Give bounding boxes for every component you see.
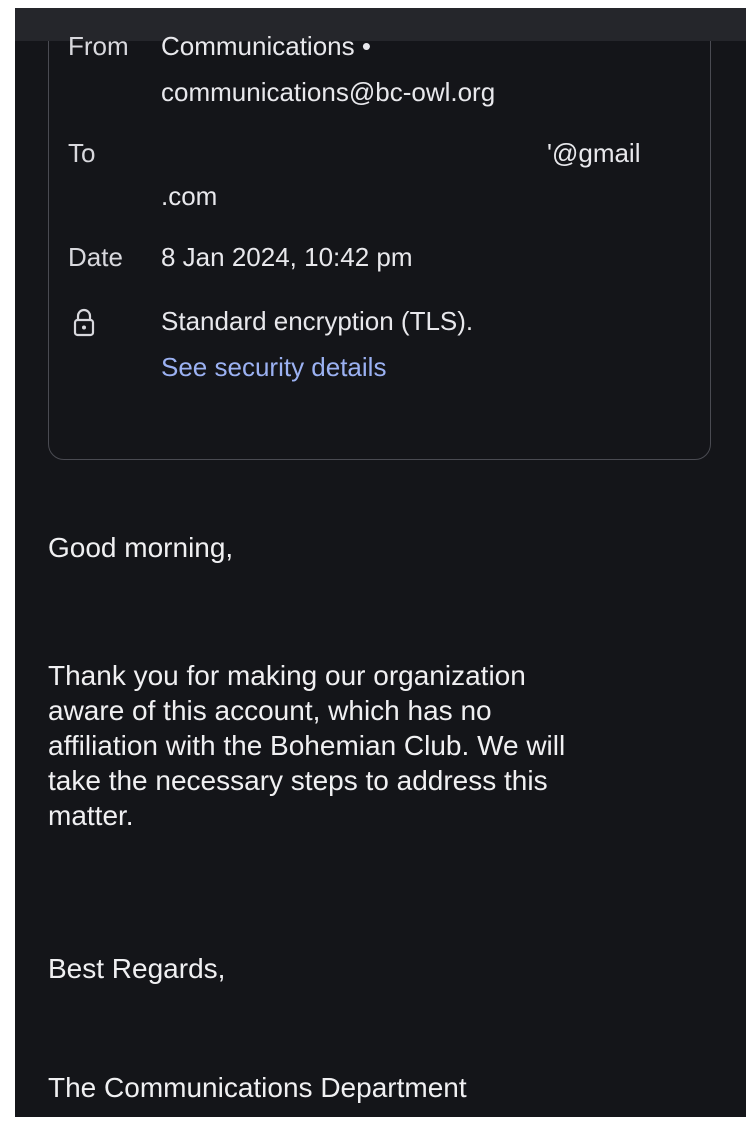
paragraph-line: Thank you for making our organization [48,660,526,691]
from-label: From [68,31,129,61]
sender-email[interactable]: communications@bc-owl.org [161,74,495,110]
sender-name: Communications • [161,31,371,61]
paragraph-line: aware of this account, which has no [48,695,492,726]
recipient-address[interactable]: '@gmail [547,135,641,171]
greeting: Good morning, [48,532,234,563]
paragraph-line: take the necessary steps to address this [48,765,548,796]
message-paragraph: Thank you for making our organization aw… [48,658,708,833]
date-label: Date [68,242,123,272]
encryption-status: Standard encryption (TLS). [161,306,474,336]
paragraph-line: affiliation with the Bohemian Club. We w… [48,730,566,761]
see-security-details-link[interactable]: See security details [161,349,386,385]
lock-icon [73,308,95,337]
to-label: To [68,138,96,168]
signature: The Communications Department [48,1072,467,1103]
date-value: 8 Jan 2024, 10:42 pm [161,242,413,272]
recipient-address-continued: .com [161,181,218,211]
email-view: From Communications • communications@bc-… [15,8,746,1117]
paragraph-line: matter. [48,800,134,831]
closing: Best Regards, [48,953,226,984]
